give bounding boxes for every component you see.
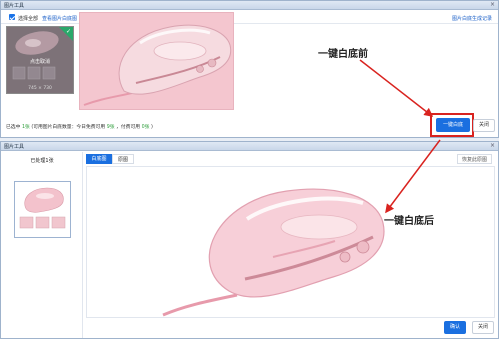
selected-image-thumbnail[interactable]: ✓ 点击取消 745 × 730 [6,26,74,94]
processed-image-thumbnail[interactable] [14,181,71,238]
confirm-button[interactable]: 确认 [444,321,466,334]
image-tool-dialog-before: 图片工具 × 选择全部 查看图片白底图 图片白底生成记录 [0,0,499,138]
image-dimensions: 745 × 730 [28,86,52,91]
dialog-title: 图片工具 [4,3,25,9]
free-count: 9张 [106,125,115,130]
close-icon[interactable]: × [490,1,495,8]
close-icon[interactable]: × [490,142,495,149]
white-bg-record-link[interactable]: 图片白底生成记录 [452,15,492,22]
view-white-bg-link[interactable]: 查看图片白底图 [42,15,77,22]
restore-original-button[interactable]: 恢复此原图 [457,154,493,164]
tab-white-bg[interactable]: 白底图 [86,154,112,164]
one-click-white-bg-button[interactable]: 一键白底 [436,118,470,132]
check-icon: ✓ [65,28,71,35]
status-mid2: ，付费可用 [116,125,141,130]
status-suffix: ) [151,125,153,130]
close-button[interactable]: 关闭 [473,119,495,132]
selection-status: 已选中 1张 (可用图片白底数量：今日免费可用 9张 ，付费可用 0张 ) [6,123,153,130]
pink-mouse-white-bg-image [162,188,385,317]
dialog-titlebar: 图片工具 × [1,142,498,151]
status-prefix: 已选中 [6,125,21,130]
pink-mouse-image [83,24,232,106]
select-all-checkbox[interactable] [9,14,15,20]
cancel-selection-label[interactable]: 点击取消 [7,58,73,65]
processed-count-label: 已处理1张 [30,158,54,164]
status-mid1: (可用图片白底数量：今日免费可用 [31,125,106,130]
after-annotation-label: 一键白底后 [384,216,434,227]
original-image-preview [79,12,234,110]
mouse-thumbnail-image [19,187,66,229]
processed-list-pane: 已处理1张 [1,152,83,338]
tab-original[interactable]: 原图 [112,154,134,164]
paid-count: 0张 [141,125,150,130]
dialog-title: 图片工具 [4,144,25,150]
before-annotation-label: 一键白底前 [318,49,368,60]
select-all-label[interactable]: 选择全部 [18,15,38,22]
cancel-button[interactable]: 关闭 [472,321,494,334]
selected-count: 1张 [21,125,30,130]
image-toolbar: 选择全部 查看图片白底图 图片白底生成记录 [1,11,498,24]
white-bg-result-canvas [86,166,495,318]
dialog-titlebar: 图片工具 × [1,1,498,10]
